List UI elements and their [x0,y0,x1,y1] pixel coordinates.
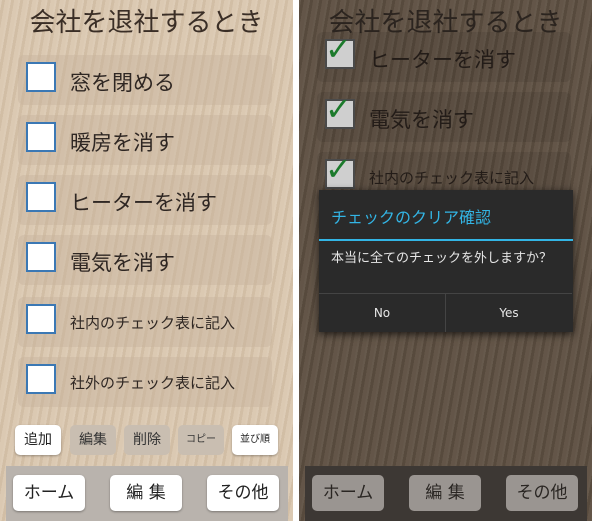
list-item[interactable]: ✓ 電気を消す [317,92,571,142]
list-item-label: ヒーターを消す [70,191,217,215]
list-item[interactable]: 社外のチェック表に記入 [18,357,272,407]
dialog-divider [319,239,573,241]
check-mark-icon: ✓ [325,150,352,188]
home-button[interactable]: ホーム [312,475,384,511]
list-item[interactable]: 社内のチェック表に記入 [18,297,272,347]
list-item[interactable]: 暖房を消す [18,115,272,165]
list-item-label: ヒーターを消す [369,48,516,72]
checkbox[interactable] [26,182,56,212]
checkbox[interactable]: ✓ [325,153,355,189]
edit-item-button[interactable]: 編集 [70,425,116,455]
list-item-label: 電気を消す [70,251,175,275]
list-item-label: 窓を閉める [70,71,175,95]
edit-button[interactable]: 編 集 [409,475,481,511]
checkbox[interactable]: ✓ [325,33,355,69]
list-item[interactable]: ✓ ヒーターを消す [317,32,571,82]
dialog-message: 本当に全てのチェックを外しますか？ [331,251,553,266]
checkbox[interactable] [26,242,56,272]
checkbox[interactable] [26,62,56,92]
add-button[interactable]: 追加 [15,425,61,455]
home-button[interactable]: ホーム [13,475,85,511]
check-mark-icon: ✓ [325,90,352,128]
list-item-label: 社内のチェック表に記入 [70,314,236,332]
other-button[interactable]: その他 [207,475,279,511]
page-title: 会社を退社するとき [29,8,264,38]
list-item[interactable]: 窓を閉める [18,55,272,105]
delete-button[interactable]: 削除 [124,425,170,455]
list-item-label: 社外のチェック表に記入 [70,374,236,392]
edit-button[interactable]: 編 集 [110,475,182,511]
dialog-title: チェックのクリア確認 [331,208,492,227]
list-item-label: 電気を消す [369,108,474,132]
list-item[interactable]: ヒーターを消す [18,175,272,225]
check-mark-icon: ✓ [325,30,352,68]
copy-button[interactable]: コピー [178,425,224,455]
clear-confirm-dialog: チェックのクリア確認 本当に全てのチェックを外しますか？ No Yes [319,190,573,332]
checkbox[interactable] [26,122,56,152]
checkbox[interactable] [26,304,56,334]
list-item-label: 社内のチェック表に記入 [369,169,535,187]
checkbox[interactable]: ✓ [325,93,355,129]
no-button[interactable]: No [319,293,445,332]
yes-button[interactable]: Yes [446,293,572,332]
left-screen: 会社を退社するとき 窓を閉める 暖房を消す ヒーターを消す 電気を消す 社内のチ… [0,0,293,521]
list-item[interactable]: 電気を消す [18,235,272,285]
other-button[interactable]: その他 [506,475,578,511]
sort-button[interactable]: 並び順 [232,425,278,455]
checkbox[interactable] [26,364,56,394]
right-screen: 会社を退社するとき ✓ ヒーターを消す ✓ 電気を消す ✓ 社内のチェック表に記… [299,0,592,521]
list-item-label: 暖房を消す [70,131,175,155]
